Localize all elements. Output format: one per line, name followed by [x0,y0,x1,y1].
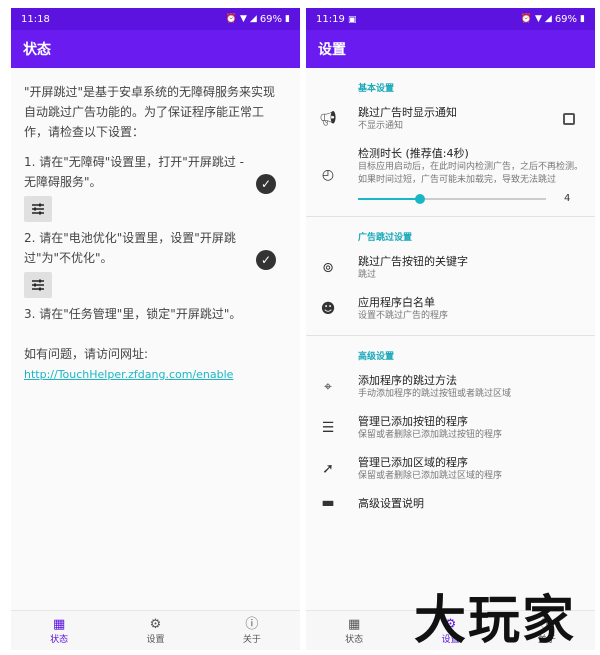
pointer-click-icon: ➚ [322,460,334,477]
megaphone-icon: 📢︎ [319,110,337,127]
battery-icon: ▮ [285,14,290,24]
signal-icon: ◢ [249,14,257,24]
help-label: 如有问题，请访问网址: [24,347,149,361]
signal-icon: ◢ [544,14,552,24]
section-basic: 基本设置 [358,84,395,94]
alarm-icon: ⏰ [520,14,532,24]
help-book-icon: ▬ [321,495,335,511]
timer-icon: ◴ [321,166,335,183]
pref-detect-duration[interactable]: ◴ 检测时长 (推荐值:4秒) 目标应用启动后，在此时间内检测广告，之后不再检测… [306,139,595,210]
slider-handle[interactable] [415,193,426,204]
step-text: 2. 请在"电池优化"设置里，设置"开屏跳过"为"不优化"。 [24,231,236,265]
nav-status[interactable]: ▦ 状态 [306,611,402,650]
wifi-icon: ▼ [239,14,247,24]
status-time: 11:18 [21,13,50,25]
nav-settings[interactable]: ⚙ 设置 [107,611,203,650]
duration-value: 4 [564,193,571,204]
step-text: 3. 请在"任务管理"里，锁定"开屏跳过"。 [24,307,242,321]
image-notification-icon: ▣ [348,14,357,25]
check-icon: ✓ [256,174,276,194]
nav-status[interactable]: ▦ 状态 [11,611,107,650]
battery-icon: ▮ [580,14,585,24]
step-accessibility: 1. 请在"无障碍"设置里，打开"开屏跳过 - 无障碍服务"。 ✓ [24,152,286,222]
dashboard-icon: ▦ [348,616,361,632]
duration-slider[interactable] [358,193,546,204]
status-bar: 11:18 ⏰ ▼ ◢ 69% ▮ [11,8,300,30]
page-title: 状态 [11,30,300,68]
section-advanced: 高级设置 [358,352,395,362]
check-icon: ✓ [256,250,276,270]
gear-icon: ⚙ [149,616,162,632]
battery-settings-button[interactable] [24,272,52,298]
crosshair-icon: ⌖ [324,378,332,395]
help-link[interactable]: http://TouchHelper.zfdang.com/enable [24,368,233,381]
pref-manage-buttons[interactable]: ☰ 管理已添加按钮的程序 保留或者删除已添加跳过按钮的程序 [306,407,595,448]
notification-checkbox[interactable] [563,112,575,125]
smiley-icon: ☻ [320,300,336,317]
keyword-search-icon: ⊚ [322,259,334,276]
pref-advanced-help[interactable]: ▬ 高级设置说明 [306,489,595,517]
section-ad-skip: 广告跳过设置 [358,233,413,243]
status-time: 11:19 [316,13,345,25]
settings-screen: 11:19 ▣ ⏰ ▼ ◢ 69% ▮ 设置 基本设置 📢︎ 跳过广告时显示通知… [306,8,595,650]
pref-add-skip-method[interactable]: ⌖ 添加程序的跳过方法 手动添加程序的跳过按钮或者跳过区域 [306,366,595,407]
page-title: 设置 [306,30,595,68]
tune-icon [32,203,44,215]
step-task-manager: 3. 请在"任务管理"里，锁定"开屏跳过"。 [24,304,286,324]
status-bar: 11:19 ▣ ⏰ ▼ ◢ 69% ▮ [306,8,595,30]
pref-app-whitelist[interactable]: ☻ 应用程序白名单 设置不跳过广告的程序 [306,288,595,329]
accessibility-settings-button[interactable] [24,196,52,222]
alarm-icon: ⏰ [225,14,237,24]
wifi-icon: ▼ [534,14,542,24]
step-text: 1. 请在"无障碍"设置里，打开"开屏跳过 - 无障碍服务"。 [24,155,244,189]
watermark-logo: 大玩家 [414,590,577,651]
list-tree-icon: ☰ [321,419,335,436]
dashboard-icon: ▦ [53,616,66,632]
step-battery: 2. 请在"电池优化"设置里，设置"开屏跳过"为"不优化"。 ✓ [24,228,286,298]
intro-text: "开屏跳过"是基于安卓系统的无障碍服务来实现自动跳过广告功能的。为了保证程序能正… [24,85,276,139]
pref-skip-keyword[interactable]: ⊚ 跳过广告按钮的关键字 跳过 [306,247,595,288]
pref-show-notification[interactable]: 📢︎ 跳过广告时显示通知 不显示通知 [306,98,595,139]
nav-about[interactable]: ⓘ 关于 [204,611,300,650]
status-screen: 11:18 ⏰ ▼ ◢ 69% ▮ 状态 "开屏跳过"是基于安卓系统的无障碍服务… [11,8,300,650]
pref-manage-regions[interactable]: ➚ 管理已添加区域的程序 保留或者删除已添加跳过区域的程序 [306,448,595,489]
battery-percent: 69% [554,13,578,25]
info-icon: ⓘ [245,616,259,632]
tune-icon [32,279,44,291]
bottom-nav: ▦ 状态 ⚙ 设置 ⓘ 关于 [11,610,300,650]
battery-percent: 69% [259,13,283,25]
